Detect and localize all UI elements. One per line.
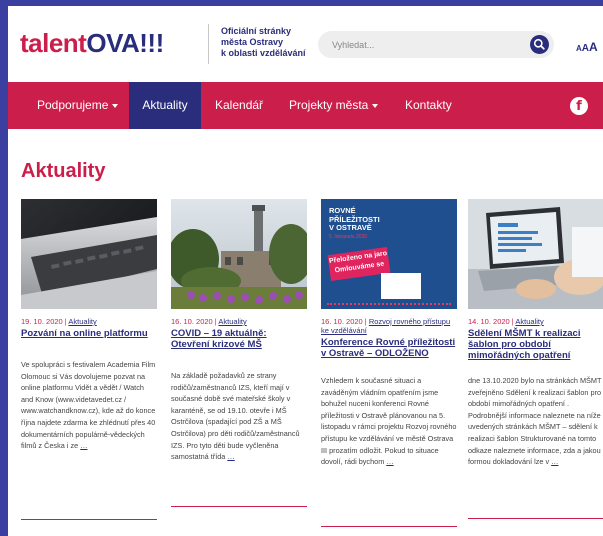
facebook-link[interactable]: f	[570, 97, 588, 115]
nav-item-kontakty[interactable]: Kontakty	[393, 82, 464, 129]
news-excerpt: Ve spolupráci s festivalem Academia Film…	[21, 359, 157, 452]
news-title-link[interactable]: Konference Rovné příležitosti v Ostravě …	[321, 337, 457, 359]
news-excerpt-text: dne 13.10.2020 bylo na stránkách MŠMT zv…	[468, 376, 602, 467]
tagline-line-3: k oblasti vzdělávání	[221, 48, 306, 58]
news-date: 14. 10. 2020	[468, 317, 510, 326]
news-title-link[interactable]: COVID – 19 aktuálně: Otevření krizové MŠ	[171, 328, 307, 350]
news-excerpt-text: Ve spolupráci s festivalem Academia Film…	[21, 360, 156, 451]
search-button[interactable]	[530, 35, 549, 54]
read-more-link[interactable]: …	[386, 457, 393, 466]
news-title-link[interactable]: Sdělení MŠMT k realizaci šablon pro obdo…	[468, 328, 603, 361]
poster-date: 5. listopadu 2020	[329, 233, 368, 240]
news-thumbnail-laptop[interactable]	[21, 199, 157, 309]
news-thumbnail-poster[interactable]: ROVNÉ PŘÍLEŽITOSTI V OSTRAVĚ 5. listopad…	[321, 199, 457, 309]
card-divider	[21, 519, 157, 520]
chevron-down-icon	[112, 103, 119, 108]
news-category-link[interactable]: Aktuality	[515, 317, 543, 326]
tagline-line-2: města Ostravy	[221, 37, 284, 47]
card-divider	[321, 526, 457, 527]
news-meta: 16. 10. 2020 | Aktuality	[171, 317, 247, 326]
news-excerpt-text: Na základě požadavků ze strany rodičů/za…	[171, 371, 300, 462]
site-logo[interactable]: talentOVA!!!	[20, 28, 164, 59]
news-category-link[interactable]: Aktuality	[218, 317, 246, 326]
news-date: 19. 10. 2020	[21, 317, 63, 326]
news-category-link[interactable]: Aktuality	[68, 317, 96, 326]
news-card: ROVNÉ PŘÍLEŽITOSTI V OSTRAVĚ 5. listopad…	[321, 199, 457, 468]
logo-exclamation: !!!	[139, 28, 164, 58]
poster-title: ROVNÉ PŘÍLEŽITOSTI V OSTRAVĚ 5. listopad…	[329, 206, 380, 241]
news-excerpt: Na základě požadavků ze strany rodičů/za…	[171, 370, 307, 463]
header-divider	[208, 24, 209, 64]
workspace-photo-icon	[468, 199, 603, 309]
nav-item-projekty-mesta[interactable]: Projekty města	[277, 82, 390, 129]
font-size-switcher: AAA	[576, 38, 598, 56]
page-title: Aktuality	[21, 160, 106, 182]
tagline-line-1: Oficiální stránky	[221, 26, 292, 36]
poster-info-block	[381, 273, 421, 299]
search-box	[318, 31, 554, 58]
poster-line-3: V OSTRAVĚ	[329, 223, 372, 232]
site-tagline: Oficiální stránky města Ostravy k oblast…	[221, 26, 306, 59]
logo-ova: OVA	[86, 28, 140, 58]
search-input[interactable]	[330, 37, 514, 53]
news-meta: 16. 10. 2020 | Rozvoj rovného přístupu k…	[321, 317, 451, 335]
news-meta: 14. 10. 2020 | Aktuality	[468, 317, 544, 326]
chevron-down-icon	[372, 103, 379, 108]
news-excerpt-text: Vzhledem k současné situaci a zaváděným …	[321, 376, 457, 467]
nav-label: Kontakty	[405, 98, 452, 112]
news-card: 14. 10. 2020 | Aktuality Sdělení MŠMT k …	[468, 199, 603, 468]
nav-label: Kalendář	[215, 98, 264, 112]
card-divider	[468, 518, 603, 519]
nav-item-podporujeme[interactable]: Podporujeme	[25, 82, 130, 129]
page: talentOVA!!! Oficiální stránky města Ost…	[8, 6, 603, 536]
news-meta: 19. 10. 2020 | Aktuality	[21, 317, 97, 326]
read-more-link[interactable]: …	[227, 452, 234, 461]
news-date: 16. 10. 2020	[321, 317, 363, 326]
read-more-link[interactable]: …	[80, 441, 87, 450]
laptop-photo-icon	[21, 199, 157, 309]
logo-talent: talent	[20, 28, 87, 58]
nav-label: Podporujeme	[37, 98, 109, 112]
font-size-medium[interactable]: A	[582, 43, 589, 54]
nav-label: Aktuality	[142, 98, 188, 112]
search-icon	[533, 38, 545, 50]
news-thumbnail-building[interactable]	[171, 199, 307, 309]
building-photo-icon	[171, 199, 307, 309]
news-title-link[interactable]: Pozvání na online platformu	[21, 328, 157, 339]
facebook-icon: f	[576, 99, 582, 114]
news-date: 16. 10. 2020	[171, 317, 213, 326]
news-excerpt: dne 13.10.2020 bylo na stránkách MŠMT zv…	[468, 375, 603, 468]
font-size-large[interactable]: A	[589, 40, 598, 54]
nav-item-aktuality[interactable]: Aktuality	[129, 82, 201, 129]
poster-dotted-line	[327, 303, 451, 305]
read-more-link[interactable]: …	[551, 457, 558, 466]
card-divider	[171, 506, 307, 507]
main-navigation: Podporujeme Aktuality Kalendář Projekty …	[8, 82, 603, 129]
news-card: 19. 10. 2020 | Aktuality Pozvání na onli…	[21, 199, 157, 452]
news-card: 16. 10. 2020 | Aktuality COVID – 19 aktu…	[171, 199, 307, 463]
site-header: talentOVA!!! Oficiální stránky města Ost…	[8, 6, 603, 82]
news-excerpt: Vzhledem k současné situaci a zaváděným …	[321, 375, 457, 468]
nav-item-kalendar[interactable]: Kalendář	[203, 82, 275, 129]
news-thumbnail-laptop-work[interactable]	[468, 199, 603, 309]
nav-label: Projekty města	[289, 98, 369, 112]
